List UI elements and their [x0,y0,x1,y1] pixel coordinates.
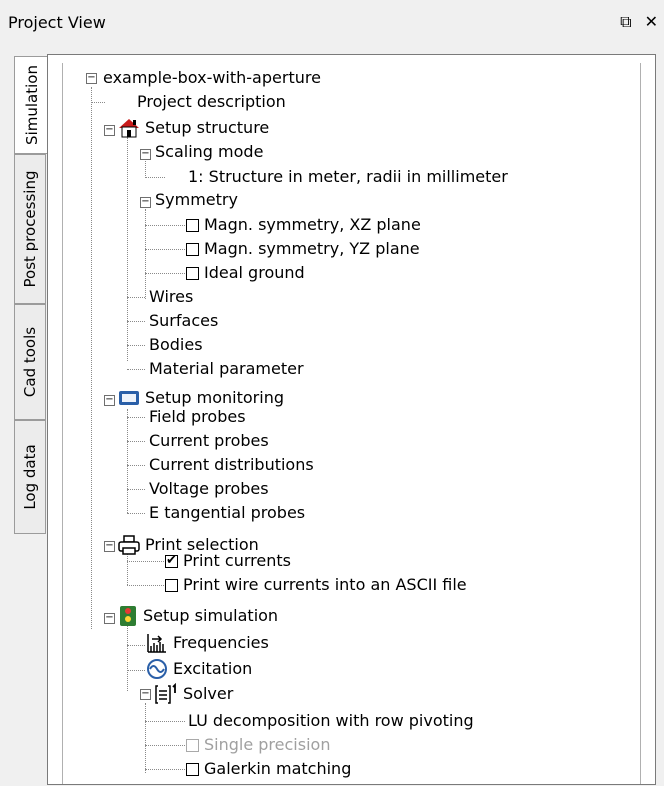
tree-item-bodies[interactable]: Bodies [146,333,203,357]
solver-doc-icon [155,683,176,704]
tree-item-e-tangential-probes[interactable]: E tangential probes [146,501,305,525]
tree-item-magn-symmetry-xz[interactable]: Magn. symmetry, XZ plane [186,213,421,237]
tab-label: Simulation [22,65,41,145]
tree-item-field-probes[interactable]: Field probes [146,405,246,429]
close-icon[interactable]: ✕ [645,12,658,31]
wave-icon [147,659,167,679]
tree-item-scaling-mode[interactable]: Scaling mode [152,140,263,164]
tab-simulation[interactable]: Simulation [14,56,48,154]
collapse-toggle[interactable] [104,395,115,406]
tree-item-label: Material parameter [149,359,304,378]
tree-item-material-parameter[interactable]: Material parameter [146,357,304,381]
tree-item-label: Surfaces [149,311,219,330]
tree-item-ideal-ground[interactable]: Ideal ground [186,261,305,285]
tree-item-label: Current distributions [149,455,314,474]
collapse-toggle[interactable] [140,149,151,160]
tree-item-setup-simulation[interactable]: Setup simulation [118,604,278,628]
checkbox[interactable] [186,266,199,280]
tree-item-symmetry[interactable]: Symmetry [152,188,238,212]
tree-item-voltage-probes[interactable]: Voltage probes [146,477,269,501]
tree-item-label: Solver [183,684,234,703]
tree-item-frequencies[interactable]: Frequencies [146,631,269,655]
checkbox-checked[interactable] [165,551,178,571]
tree-item-label: LU decomposition with row pivoting [188,711,474,730]
tree-item-label: 1: Structure in meter, radii in millimet… [188,167,508,186]
checkbox[interactable] [186,218,199,232]
tree-item-magn-symmetry-yz[interactable]: Magn. symmetry, YZ plane [186,237,420,261]
monitor-icon [119,391,139,405]
collapse-toggle[interactable] [140,197,151,208]
tab-post-processing[interactable]: Post processing [14,154,46,304]
collapse-toggle[interactable] [104,541,115,552]
tree-item-excitation[interactable]: Excitation [146,657,252,681]
tree-item-surfaces[interactable]: Surfaces [146,309,218,333]
tree-item-print-currents[interactable]: Print currents [165,549,291,573]
checkbox[interactable] [186,762,199,776]
checkbox-disabled[interactable] [186,738,199,752]
collapse-toggle[interactable] [140,689,151,700]
tree-item-print-wire-currents[interactable]: Print wire currents into an ASCII file [165,573,467,597]
tree-item-label: Print currents [183,551,291,570]
tree-item-solver[interactable]: Solver [154,682,233,706]
tab-log-data[interactable]: Log data [14,420,46,534]
tree-item-label: Voltage probes [149,479,269,498]
tree-item-label: Magn. symmetry, YZ plane [204,239,420,258]
tab-cad-tools[interactable]: Cad tools [14,304,46,420]
collapse-toggle[interactable] [104,125,115,136]
tree-item-galerkin-matching[interactable]: Galerkin matching [186,757,351,781]
tree-item-label: Galerkin matching [204,759,352,778]
tab-label: Log data [21,444,39,510]
tree-item-label: Field probes [149,407,246,426]
collapse-toggle[interactable] [104,613,115,624]
tab-label: Cad tools [21,326,39,398]
tree-item-scaling-value[interactable]: 1: Structure in meter, radii in millimet… [185,165,508,189]
tree-item-label: Current probes [149,431,269,450]
tree-item-lu-decomposition[interactable]: LU decomposition with row pivoting [185,709,474,733]
frequency-chart-icon [147,634,166,653]
house-icon [119,119,139,138]
float-window-icon[interactable]: ⧉ [620,12,631,31]
tree-item-label: Wires [149,287,194,306]
checkbox[interactable] [165,578,178,592]
tree-item-label: Setup structure [145,118,270,137]
tree-item-current-probes[interactable]: Current probes [146,429,269,453]
tree-item-label: Ideal ground [204,263,305,282]
tree-item-label: E tangential probes [149,503,306,522]
tree-item-label: Setup simulation [143,606,279,625]
tree-item-label: Excitation [173,659,253,678]
window-title: Project View [8,13,106,32]
vertical-tab-bar: Simulation Post processing Cad tools Log… [14,46,48,785]
tree-root[interactable]: example-box-with-aperture [100,66,321,90]
tree-item-setup-structure[interactable]: Setup structure [118,116,269,140]
tree-item-single-precision[interactable]: Single precision [186,733,330,757]
tree-item-label: Single precision [204,735,331,754]
tree-item-label: Scaling mode [155,142,264,161]
tree-root-label: example-box-with-aperture [103,68,321,87]
checkbox[interactable] [186,242,199,256]
tree-item-label: Project description [137,92,286,111]
tab-label: Post processing [21,170,39,288]
traffic-light-icon [120,606,136,626]
collapse-toggle[interactable] [86,73,97,84]
tree-item-label: Print wire currents into an ASCII file [183,575,467,594]
tree-item-wires[interactable]: Wires [146,285,193,309]
project-tree: example-box-with-aperture Project descri… [48,55,657,786]
tree-item-current-distributions[interactable]: Current distributions [146,453,314,477]
tree-item-label: Magn. symmetry, XZ plane [204,215,421,234]
tree-item-label: Symmetry [155,190,238,209]
tree-item-label: Frequencies [173,633,269,652]
printer-icon [118,535,140,555]
tree-item-project-description[interactable]: Project description [134,90,286,114]
tree-item-label: Bodies [149,335,203,354]
project-tree-panel: example-box-with-aperture Project descri… [47,54,656,785]
title-bar: Project View ⧉ ✕ [0,0,664,46]
